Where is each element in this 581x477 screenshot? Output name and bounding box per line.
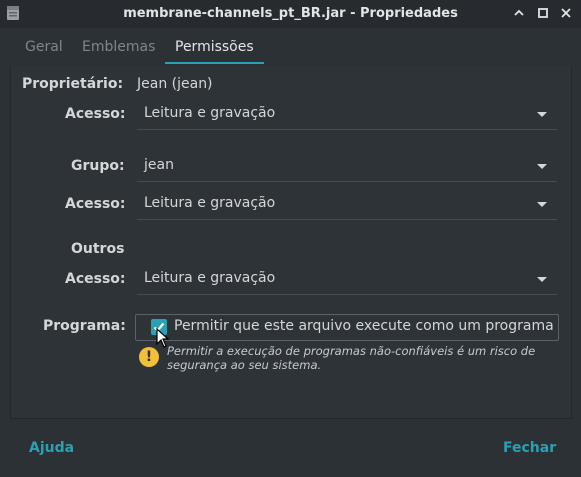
others-access-value: Leitura e gravação xyxy=(144,270,276,286)
others-access-label: Acesso: xyxy=(65,271,126,287)
owner-access-dropdown[interactable]: Leitura e gravação xyxy=(137,99,557,130)
group-access-value: Leitura e gravação xyxy=(144,195,276,211)
owner-value: Jean (jean) xyxy=(137,76,213,92)
program-label: Programa: xyxy=(43,318,126,334)
group-value: jean xyxy=(144,157,174,173)
chevron-down-icon xyxy=(537,202,547,207)
owner-label: Proprietário: xyxy=(22,76,124,92)
minimize-icon[interactable] xyxy=(510,4,528,22)
group-access-label: Acesso: xyxy=(65,196,126,212)
others-label: Outros xyxy=(71,241,125,257)
mouse-cursor-icon xyxy=(156,328,170,348)
others-access-dropdown[interactable]: Leitura e gravação xyxy=(137,264,557,295)
group-access-dropdown[interactable]: Leitura e gravação xyxy=(137,189,557,220)
owner-access-value: Leitura e gravação xyxy=(144,105,276,121)
maximize-icon[interactable] xyxy=(534,4,552,22)
window-title: membrane-channels_pt_BR.jar - Propriedad… xyxy=(123,6,458,21)
group-dropdown[interactable]: jean xyxy=(137,151,557,182)
tab-emblemas[interactable]: Emblemas xyxy=(82,39,155,55)
close-icon[interactable] xyxy=(557,4,575,22)
chevron-down-icon xyxy=(537,164,547,169)
chevron-down-icon xyxy=(537,277,547,282)
tab-bar: Geral Emblemas Permissões xyxy=(0,28,581,66)
active-tab-indicator xyxy=(165,62,264,64)
owner-access-label: Acesso: xyxy=(65,106,126,122)
chevron-down-icon xyxy=(537,112,547,117)
close-button[interactable]: Fechar xyxy=(503,440,556,456)
title-bar: membrane-channels_pt_BR.jar - Propriedad… xyxy=(0,0,581,28)
warning-icon: ! xyxy=(139,347,159,367)
execute-program-checkbox-row[interactable]: Permitir que este arquivo execute como u… xyxy=(135,314,559,341)
group-label: Grupo: xyxy=(71,158,125,174)
warning-text: Permitir a execução de programas não-con… xyxy=(167,344,536,372)
execute-program-label: Permitir que este arquivo execute como u… xyxy=(174,318,554,334)
tab-geral[interactable]: Geral xyxy=(25,39,63,55)
tab-permissoes[interactable]: Permissões xyxy=(175,39,254,55)
help-button[interactable]: Ajuda xyxy=(29,440,74,456)
